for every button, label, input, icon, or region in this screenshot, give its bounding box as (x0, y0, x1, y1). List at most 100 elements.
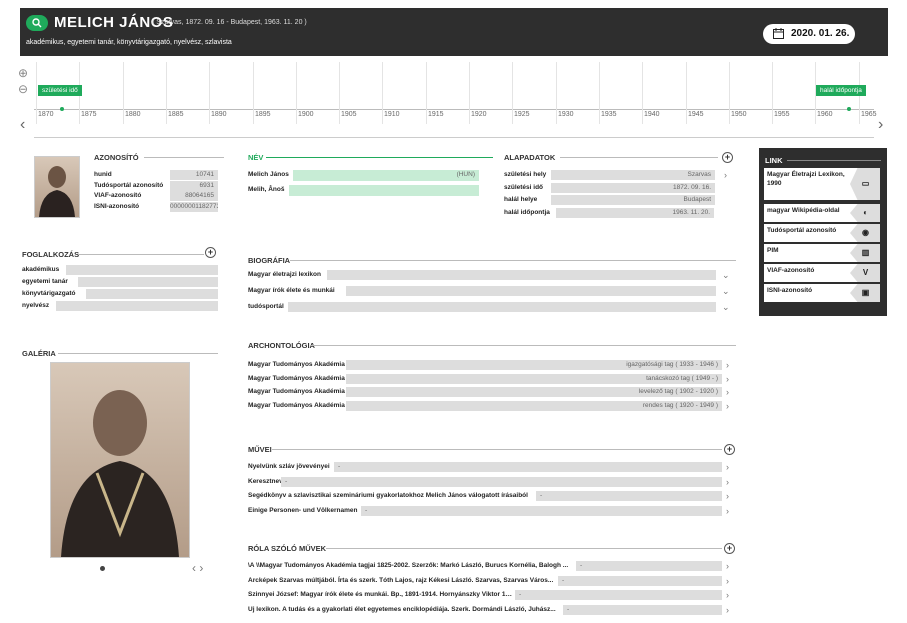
chevron-right-icon[interactable]: › (726, 360, 729, 370)
link-icon-tab: ◐ (850, 204, 880, 222)
section-divider (326, 548, 722, 549)
nev-title: NÉV (248, 153, 264, 162)
timeline-gridline (209, 62, 210, 124)
azonosito-label: hunid (94, 171, 112, 178)
link-icon-tab: V (850, 264, 880, 282)
alapadatok-label: halál időpontja (504, 208, 550, 216)
name-variant: Melih, Ânoš (248, 186, 285, 193)
azonosito-label: ISNI-azonosító (94, 202, 140, 210)
monitor-icon: ▭ (861, 179, 870, 188)
foglalkozas-bar[interactable] (56, 301, 218, 311)
alapadatok-label: születési idő (504, 183, 544, 191)
timeline-gridline (339, 62, 340, 124)
chevron-right-icon[interactable]: › (726, 387, 729, 397)
rola-bar[interactable]: - (515, 590, 722, 600)
timeline-year-label: 1880 (125, 111, 141, 118)
gallery-prev-next-icon[interactable]: ‹ › (192, 561, 203, 575)
azonosito-title: AZONOSÍTÓ (94, 153, 139, 162)
zoom-out-icon[interactable]: ⊖ (18, 82, 28, 96)
gallery-image[interactable] (50, 362, 190, 558)
barcode-icon: ▥ (861, 248, 870, 257)
chevron-right-icon[interactable]: › (726, 491, 729, 501)
chevron-right-icon[interactable]: › (726, 605, 729, 615)
rola-title: RÓLA SZÓLÓ MŰVEK (248, 544, 327, 553)
chevron-right-icon[interactable]: › (726, 506, 729, 516)
link-item[interactable]: VIAF-azonosító V (764, 264, 880, 282)
zoom-in-icon[interactable]: ⊕ (18, 66, 28, 80)
muvei-bar[interactable]: - (361, 505, 722, 516)
portrait-thumbnail[interactable] (34, 156, 80, 218)
chevron-right-icon[interactable]: › (726, 401, 729, 411)
link-label: magyar Wikipédia-oldal (767, 207, 840, 214)
rola-bar[interactable]: - (558, 575, 722, 586)
timeline-year-label: 1910 (384, 111, 400, 118)
chevron-right-icon[interactable]: › (726, 462, 729, 472)
timeline-gridline (166, 62, 167, 124)
timeline-year-label: 1965 (861, 111, 877, 118)
gallery-portrait-image (61, 390, 179, 557)
chevron-down-icon[interactable]: ⌄ (722, 286, 730, 296)
link-item[interactable]: magyar Wikipédia-oldal ◐ (764, 204, 880, 222)
rola-bar[interactable]: - (563, 604, 722, 615)
link-label: Tudósportál azonosító (767, 227, 837, 234)
foglalkozas-section: FOGLALKOZÁS (22, 250, 222, 259)
chevron-right-icon[interactable]: › (726, 561, 729, 571)
chevron-right-icon[interactable]: › (726, 576, 729, 586)
search-button[interactable] (26, 15, 48, 31)
foglalkozas-bar[interactable] (78, 277, 218, 287)
rola-bar[interactable]: - (576, 561, 722, 571)
biografia-bar[interactable] (288, 302, 716, 312)
timeline-prev-icon[interactable]: ‹ (20, 116, 25, 134)
link-item[interactable]: Magyar Életrajzi Lexikon, 1990 ▭ (764, 168, 880, 200)
date-selector[interactable]: 2020. 01. 26. (763, 24, 855, 44)
link-item[interactable]: PIM ▥ (764, 244, 880, 262)
rola-add-button[interactable]: + (724, 543, 735, 554)
muvei-bar[interactable]: - (281, 476, 722, 487)
timeline-year-label: 1890 (211, 111, 227, 118)
chevron-down-icon[interactable]: ⌄ (722, 270, 730, 280)
azonosito-value: 6931 (170, 180, 218, 191)
archontologia-org: Magyar Tudományos Akadémia (248, 361, 345, 368)
biografia-bar[interactable] (327, 270, 716, 280)
gallery-dot-indicator[interactable] (100, 566, 105, 571)
chevron-right-icon[interactable]: › (726, 590, 729, 600)
timeline-gridline (382, 62, 383, 124)
link-item[interactable]: Tudósportál azonosító ◉ (764, 224, 880, 242)
timeline[interactable]: 1870 1875 1880 1885 1890 1895 1900 1905 1910 1915… (34, 62, 877, 138)
timeline-year-label: 1950 (731, 111, 747, 118)
birth-flag: születési idő (38, 85, 82, 96)
foglalkozas-add-button[interactable]: + (205, 247, 216, 258)
muvei-add-button[interactable]: + (724, 444, 735, 455)
link-label: ISNI-azonosító (767, 287, 813, 294)
archontologia-role: rendes tag ( 1920 - 1949 ) (346, 400, 722, 411)
current-date: 2020. 01. 26. (791, 28, 850, 39)
muvei-bar[interactable]: - (334, 462, 722, 472)
link-label: PIM (767, 247, 779, 254)
alapadatok-value: Budapest (551, 195, 715, 205)
chevron-right-icon[interactable]: › (726, 477, 729, 487)
rola-item: \A \\Magyar Tudományos Akadémia tagjai 1… (248, 562, 569, 569)
link-title: LINK (765, 156, 783, 165)
chevron-right-icon[interactable]: › (724, 170, 727, 180)
alapadatok-section: ALAPADATOK (504, 153, 718, 162)
timeline-year-label: 1925 (514, 111, 530, 118)
timeline-gridline (123, 62, 124, 124)
archontologia-role: tanácskozó tag ( 1949 - ) (346, 373, 722, 384)
biografia-bar[interactable] (346, 286, 716, 296)
timeline-gridline (642, 62, 643, 124)
foglalkozas-bar[interactable] (66, 265, 218, 275)
timeline-gridline (556, 62, 557, 124)
header-bar: MELICH JÁNOS ( Szarvas, 1872. 09. 16 - B… (20, 8, 888, 56)
muvei-bar[interactable]: - (536, 491, 722, 501)
azonosito-value: 10741 (170, 170, 218, 180)
link-item[interactable]: ISNI-azonosító ▣ (764, 284, 880, 302)
death-marker (847, 107, 851, 111)
foglalkozas-bar[interactable] (86, 289, 218, 299)
archontologia-org: Magyar Tudományos Akadémia (248, 388, 345, 395)
timeline-next-icon[interactable]: › (878, 116, 883, 134)
chevron-down-icon[interactable]: ⌄ (722, 302, 730, 312)
timeline-year-label: 1875 (81, 111, 97, 118)
chevron-right-icon[interactable]: › (726, 374, 729, 384)
timeline-gridline (36, 62, 37, 124)
alapadatok-add-button[interactable]: + (722, 152, 733, 163)
